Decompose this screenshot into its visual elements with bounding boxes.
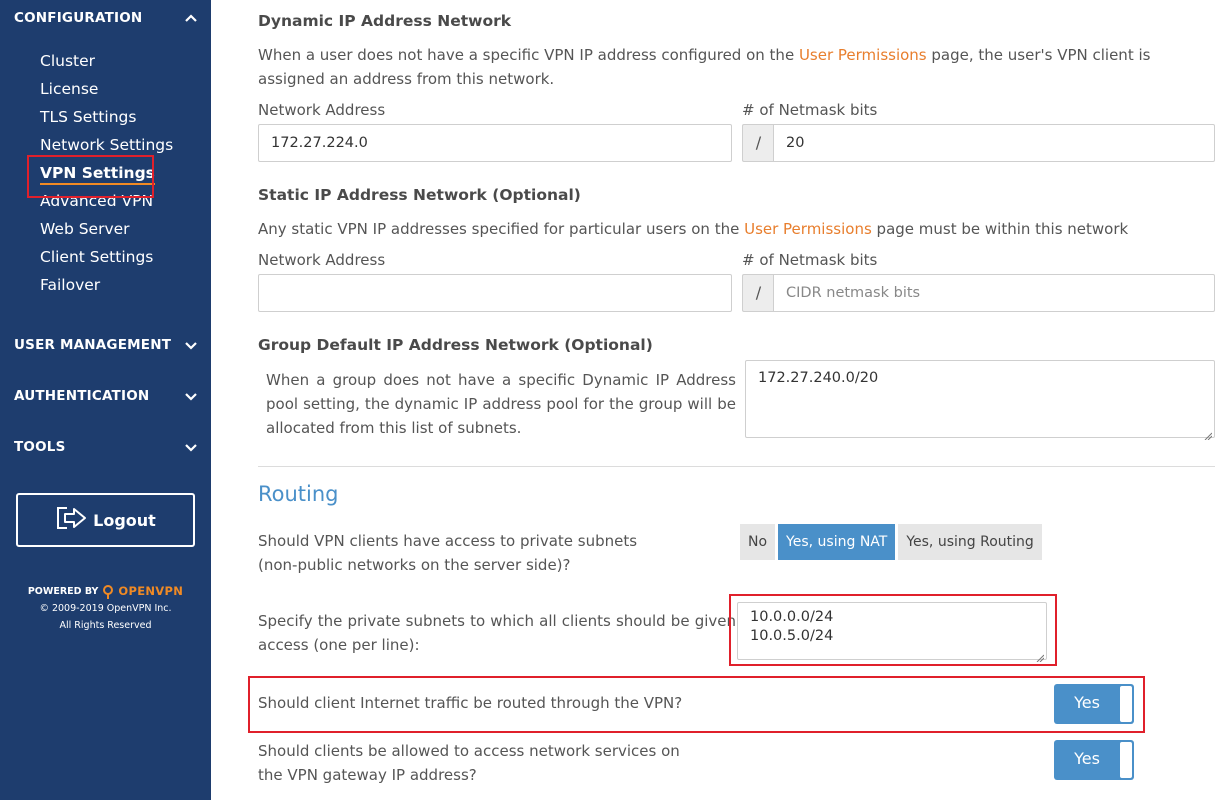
resize-handle-icon[interactable] bbox=[1204, 427, 1213, 441]
static-network-heading: Static IP Address Network (Optional) bbox=[258, 186, 581, 204]
subnet-line: 10.0.0.0/24 bbox=[750, 609, 834, 625]
slash-addon: / bbox=[742, 274, 774, 312]
sidebar-section-label: CONFIGURATION bbox=[14, 10, 143, 26]
dynamic-network-address-label: Network Address bbox=[258, 101, 386, 119]
sidebar-item-advanced-vpn[interactable]: Advanced VPN bbox=[40, 187, 173, 215]
group-network-textarea[interactable]: 172.27.240.0/20 bbox=[745, 360, 1215, 441]
logout-icon bbox=[55, 505, 89, 535]
sidebar-item-tls-settings[interactable]: TLS Settings bbox=[40, 103, 173, 131]
chevron-up-icon bbox=[183, 10, 199, 26]
dynamic-network-heading: Dynamic IP Address Network bbox=[258, 12, 512, 30]
group-network-value: 172.27.240.0/20 bbox=[758, 370, 879, 386]
internet-traffic-question: Should client Internet traffic be routed… bbox=[258, 694, 683, 712]
rights-text: All Rights Reserved bbox=[59, 620, 152, 631]
chevron-down-icon bbox=[183, 337, 199, 353]
static-network-address-input[interactable] bbox=[258, 274, 732, 312]
toggle-label: Yes bbox=[1074, 693, 1100, 712]
gateway-access-question: Should clients be allowed to access netw… bbox=[258, 742, 680, 784]
private-subnets-question: Should VPN clients have access to privat… bbox=[258, 532, 638, 574]
toggle-knob bbox=[1120, 686, 1132, 722]
sidebar-item-license[interactable]: License bbox=[40, 75, 173, 103]
internet-traffic-toggle[interactable]: Yes bbox=[1054, 684, 1134, 724]
sidebar-item-client-settings[interactable]: Client Settings bbox=[40, 243, 173, 271]
dynamic-netmask-label: # of Netmask bits bbox=[742, 101, 878, 119]
group-network-description: When a group does not have a specific Dy… bbox=[266, 371, 736, 437]
toggle-label: Yes bbox=[1074, 749, 1100, 768]
section-divider bbox=[258, 466, 1215, 467]
openvpn-logo-icon bbox=[102, 584, 114, 599]
sidebar-item-cluster[interactable]: Cluster bbox=[40, 47, 173, 75]
sidebar-item-network-settings[interactable]: Network Settings bbox=[40, 131, 173, 159]
logout-button[interactable]: Logout bbox=[16, 493, 195, 547]
toggle-knob bbox=[1120, 742, 1132, 778]
dynamic-network-address-input[interactable]: 172.27.224.0 bbox=[258, 124, 732, 162]
sidebar-section-configuration[interactable]: CONFIGURATION bbox=[14, 7, 199, 29]
static-network-description: Any static VPN IP addresses specified fo… bbox=[258, 220, 1129, 238]
private-subnets-instruction: Specify the private subnets to which all… bbox=[258, 612, 736, 654]
gateway-access-toggle[interactable]: Yes bbox=[1054, 740, 1134, 780]
sidebar: CONFIGURATION Cluster License TLS Settin… bbox=[0, 0, 211, 800]
dynamic-network-description: When a user does not have a specific VPN… bbox=[258, 46, 1151, 88]
chevron-down-icon bbox=[183, 439, 199, 455]
resize-handle-icon[interactable] bbox=[1036, 649, 1045, 663]
powered-by-label: POWERED BY bbox=[27, 586, 99, 597]
sidebar-item-failover[interactable]: Failover bbox=[40, 271, 173, 299]
main-content: Dynamic IP Address Network When a user d… bbox=[248, 0, 1216, 800]
static-netmask-input[interactable]: CIDR netmask bits bbox=[773, 274, 1215, 312]
brand-name: OPENVPN bbox=[118, 584, 184, 598]
static-network-address-label: Network Address bbox=[258, 251, 386, 269]
sidebar-section-user-management[interactable]: USER MANAGEMENT bbox=[14, 334, 199, 356]
user-permissions-link[interactable]: User Permissions bbox=[799, 46, 927, 64]
group-network-heading: Group Default IP Address Network (Option… bbox=[258, 336, 653, 354]
powered-by-block: POWERED BY OPENVPN © 2009-2019 OpenVPN I… bbox=[0, 583, 211, 634]
sidebar-item-web-server[interactable]: Web Server bbox=[40, 215, 173, 243]
static-netmask-label: # of Netmask bits bbox=[742, 251, 878, 269]
dynamic-netmask-input[interactable]: 20 bbox=[773, 124, 1215, 162]
routing-heading: Routing bbox=[258, 482, 339, 506]
sidebar-section-tools[interactable]: TOOLS bbox=[14, 436, 199, 458]
slash-addon: / bbox=[742, 124, 774, 162]
private-subnets-textarea[interactable]: 10.0.0.0/24 10.0.5.0/24 bbox=[737, 602, 1047, 663]
sidebar-item-vpn-settings[interactable]: VPN Settings bbox=[40, 159, 173, 187]
copyright-text: © 2009-2019 OpenVPN Inc. bbox=[39, 603, 172, 614]
option-yes-nat[interactable]: Yes, using NAT bbox=[778, 524, 896, 560]
sidebar-section-label: AUTHENTICATION bbox=[14, 388, 150, 404]
private-access-options: No Yes, using NAT Yes, using Routing bbox=[740, 524, 1045, 560]
powered-by-line: POWERED BY OPENVPN bbox=[28, 583, 183, 600]
user-permissions-link[interactable]: User Permissions bbox=[744, 220, 872, 238]
sidebar-nav-list: Cluster License TLS Settings Network Set… bbox=[40, 47, 173, 299]
chevron-down-icon bbox=[183, 388, 199, 404]
sidebar-section-label: USER MANAGEMENT bbox=[14, 337, 172, 353]
sidebar-section-authentication[interactable]: AUTHENTICATION bbox=[14, 385, 199, 407]
option-yes-routing[interactable]: Yes, using Routing bbox=[898, 524, 1042, 560]
option-no[interactable]: No bbox=[740, 524, 776, 560]
subnet-line: 10.0.5.0/24 bbox=[750, 628, 834, 644]
sidebar-section-label: TOOLS bbox=[14, 439, 66, 455]
logout-label: Logout bbox=[93, 510, 156, 530]
